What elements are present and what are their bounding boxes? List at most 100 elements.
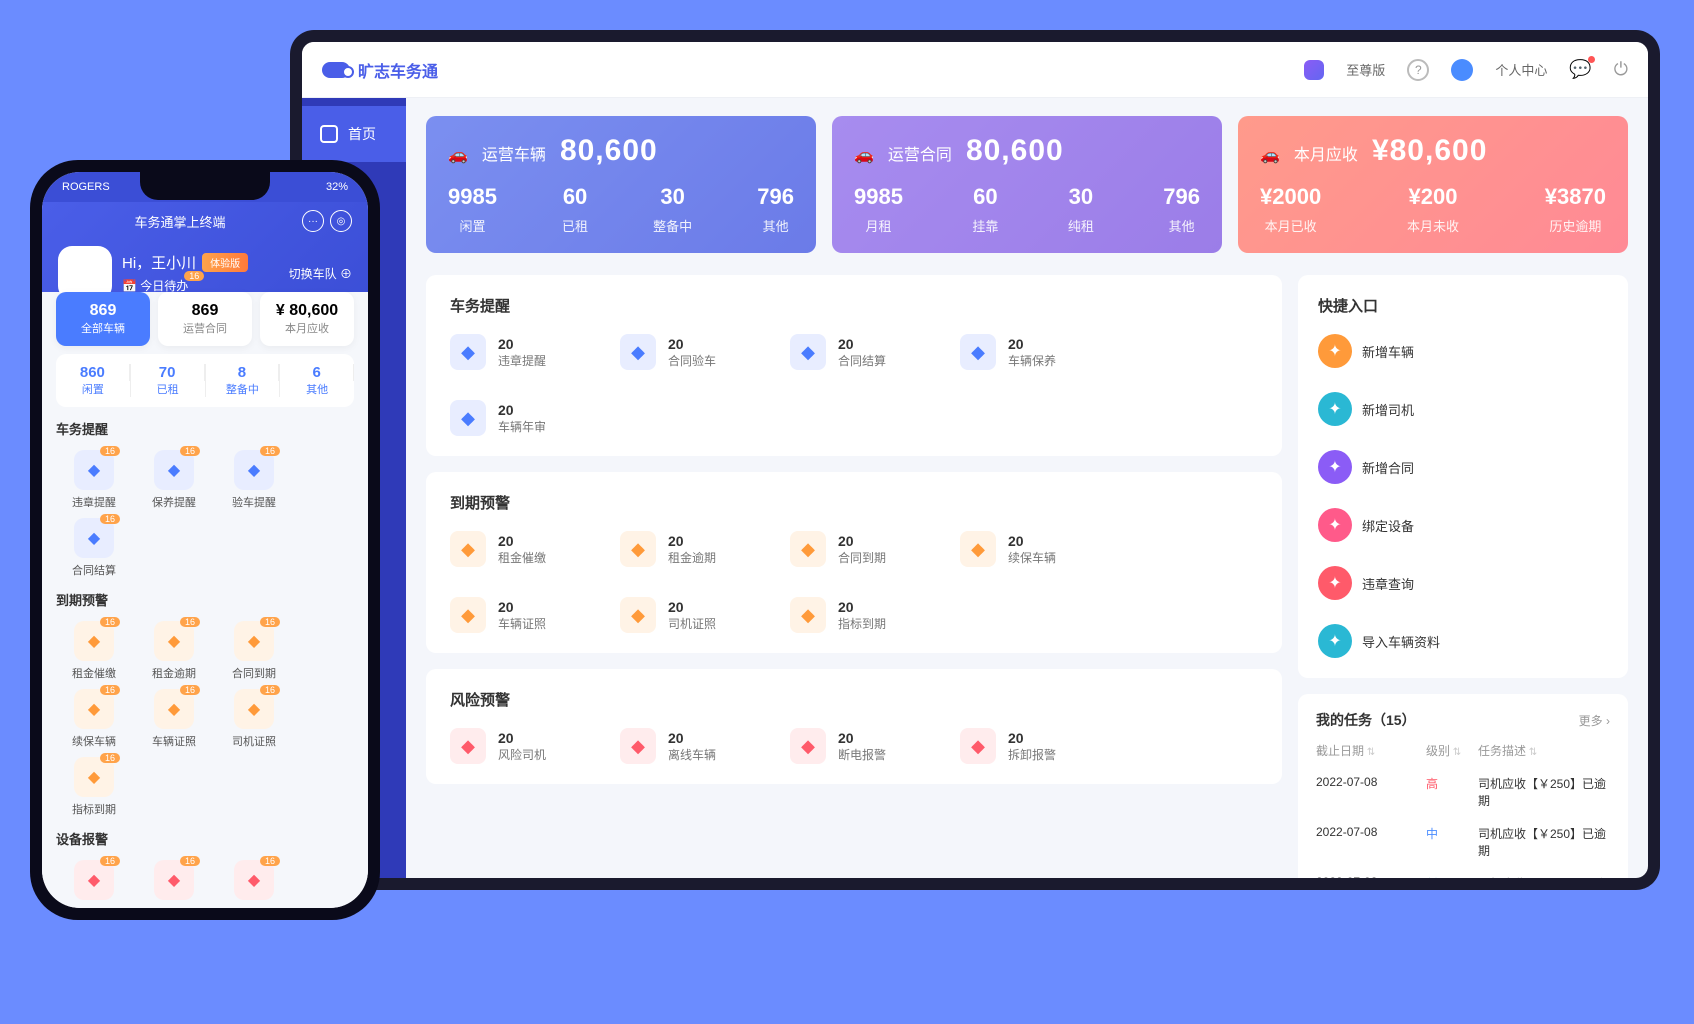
alert-icon: ◆ (450, 597, 486, 633)
phone-item-icon: ◆ (74, 860, 114, 900)
alert-违章提醒[interactable]: ◆20违章提醒 (450, 334, 580, 370)
stat-item: 796其他 (757, 184, 794, 235)
alert-合同结算[interactable]: ◆20合同结算 (790, 334, 920, 370)
greeting: Hi，王小川 (122, 252, 196, 273)
alert-车辆保养[interactable]: ◆20车辆保养 (960, 334, 1090, 370)
stat-item: 30纯租 (1068, 184, 1094, 235)
phone-item-租金催缴[interactable]: 16◆租金催缴 (56, 617, 132, 681)
alert-断电报警[interactable]: ◆20断电报警 (790, 728, 920, 764)
phone-sub[interactable]: 6其他 (280, 364, 354, 397)
alert-指标到期[interactable]: ◆20指标到期 (790, 597, 920, 633)
phone-item-[interactable]: 16◆ (136, 856, 212, 904)
battery: 32% (326, 181, 348, 193)
quick-新增车辆[interactable]: ✦新增车辆 (1318, 334, 1458, 368)
expire-panel: 到期预警 ◆20租金催缴◆20租金逾期◆20合同到期◆20续保车辆◆20车辆证照… (426, 472, 1282, 653)
carrier: ROGERS (62, 181, 110, 193)
phone-item-icon: ◆ (154, 860, 194, 900)
phone-item-icon: ◆ (154, 689, 194, 729)
stat-card-1[interactable]: 🚗运营合同80,6009985月租60挂靠30纯租796其他 (832, 116, 1222, 253)
phone-item-保养提醒[interactable]: 16◆保养提醒 (136, 446, 212, 510)
phone-item-[interactable]: 16◆ (216, 856, 292, 904)
power-icon[interactable]: ⏻ (1614, 59, 1628, 80)
col-desc[interactable]: 任务描述 (1478, 742, 1610, 759)
quick-绑定设备[interactable]: ✦绑定设备 (1318, 508, 1458, 542)
alert-合同验车[interactable]: ◆20合同验车 (620, 334, 750, 370)
phone-item-验车提醒[interactable]: 16◆验车提醒 (216, 446, 292, 510)
phone-sec1: 车务提醒 (56, 419, 354, 438)
phone-sub[interactable]: 70已租 (131, 364, 206, 397)
avatar[interactable] (1451, 59, 1473, 81)
alert-icon: ◆ (790, 597, 826, 633)
quick-新增司机[interactable]: ✦新增司机 (1318, 392, 1458, 426)
phone-item-司机证照[interactable]: 16◆司机证照 (216, 685, 292, 749)
phone-item-合同结算[interactable]: 16◆合同结算 (56, 514, 132, 578)
alert-司机证照[interactable]: ◆20司机证照 (620, 597, 750, 633)
phone-tab-1[interactable]: 869运营合同 (158, 292, 252, 346)
phone-sub[interactable]: 860闲置 (56, 364, 131, 397)
phone-tabs: 869全部车辆869运营合同¥ 80,600本月应收 (56, 292, 354, 346)
phone-item-违章提醒[interactable]: 16◆违章提醒 (56, 446, 132, 510)
phone-item-指标到期[interactable]: 16◆指标到期 (56, 753, 132, 817)
alert-离线车辆[interactable]: ◆20离线车辆 (620, 728, 750, 764)
alert-合同到期[interactable]: ◆20合同到期 (790, 531, 920, 567)
tasks-title: 我的任务（15） (1316, 710, 1416, 730)
phone-item-[interactable]: 16◆ (56, 856, 132, 904)
phone-item-续保车辆[interactable]: 16◆续保车辆 (56, 685, 132, 749)
stat-item: 60挂靠 (972, 184, 998, 235)
quick-icon: ✦ (1318, 566, 1352, 600)
tasks-more[interactable]: 更多 › (1579, 712, 1610, 729)
stat-item: 9985月租 (854, 184, 903, 235)
alert-风险司机[interactable]: ◆20风险司机 (450, 728, 580, 764)
quick-icon: ✦ (1318, 508, 1352, 542)
quick-导入车辆资料[interactable]: ✦导入车辆资料 (1318, 624, 1458, 658)
quick-新增合同[interactable]: ✦新增合同 (1318, 450, 1458, 484)
alert-icon: ◆ (450, 728, 486, 764)
alert-icon: ◆ (450, 400, 486, 436)
alert-租金催缴[interactable]: ◆20租金催缴 (450, 531, 580, 567)
phone-tab-2[interactable]: ¥ 80,600本月应收 (260, 292, 354, 346)
version-icon (1304, 60, 1324, 80)
help-icon[interactable]: ? (1407, 59, 1429, 81)
phone-sec3: 设备报警 (56, 829, 354, 848)
alert-租金逾期[interactable]: ◆20租金逾期 (620, 531, 750, 567)
phone-item-icon: ◆ (234, 450, 274, 490)
todo-link[interactable]: 📅 今日待办16 (122, 277, 188, 294)
task-row[interactable]: 2022-07-08高司机应收【￥250】已逾期 (1316, 767, 1610, 817)
reminds-title: 车务提醒 (450, 295, 1258, 316)
phone-item-icon: ◆ (74, 689, 114, 729)
phone-sub[interactable]: 8整备中 (206, 364, 281, 397)
phone-item-车辆证照[interactable]: 16◆车辆证照 (136, 685, 212, 749)
quick-违章查询[interactable]: ✦违章查询 (1318, 566, 1458, 600)
task-row[interactable]: 2022-07-08中司机应收【￥250】已逾期 (1316, 817, 1610, 867)
alert-拆卸报警[interactable]: ◆20拆卸报警 (960, 728, 1090, 764)
home-icon (320, 125, 338, 143)
alert-icon: ◆ (450, 531, 486, 567)
message-icon[interactable]: 💬 (1569, 59, 1591, 80)
user-center-link[interactable]: 个人中心 (1495, 60, 1547, 79)
stat-item: 60已租 (562, 184, 588, 235)
alert-车辆证照[interactable]: ◆20车辆证照 (450, 597, 580, 633)
phone-tab-0[interactable]: 869全部车辆 (56, 292, 150, 346)
col-deadline[interactable]: 截止日期 (1316, 742, 1414, 759)
alert-续保车辆[interactable]: ◆20续保车辆 (960, 531, 1090, 567)
phone-item-icon: ◆ (74, 450, 114, 490)
phone-menu[interactable]: ···◎ (302, 210, 352, 232)
stat-card-2[interactable]: 🚗本月应收¥80,600¥2000本月已收¥200本月未收¥3870历史逾期 (1238, 116, 1628, 253)
alert-icon: ◆ (790, 531, 826, 567)
switch-fleet[interactable]: 切换车队 ⊕ (289, 265, 352, 282)
phone-item-icon: ◆ (154, 621, 194, 661)
stat-card-0[interactable]: 🚗运营车辆80,6009985闲置60已租30整备中796其他 (426, 116, 816, 253)
task-row[interactable]: 2022-07-08低司机应收【￥250】已逾期 (1316, 867, 1610, 878)
col-level[interactable]: 级别 (1426, 742, 1466, 759)
desktop-app: 旷志车务通 至尊版 ? 个人中心 💬 ⏻ 首页 控 空 🚗运营车辆80,6009… (302, 42, 1648, 878)
status-bar: ROGERS 32% (42, 172, 368, 202)
phone-item-合同到期[interactable]: 16◆合同到期 (216, 617, 292, 681)
phone-item-租金逾期[interactable]: 16◆租金逾期 (136, 617, 212, 681)
logo-icon (322, 62, 350, 78)
alert-icon: ◆ (450, 334, 486, 370)
nav-home[interactable]: 首页 (302, 106, 406, 162)
alert-icon: ◆ (620, 597, 656, 633)
main-content: 🚗运营车辆80,6009985闲置60已租30整备中796其他🚗运营合同80,6… (406, 98, 1648, 878)
alert-车辆年审[interactable]: ◆20车辆年审 (450, 400, 580, 436)
alert-icon: ◆ (960, 728, 996, 764)
